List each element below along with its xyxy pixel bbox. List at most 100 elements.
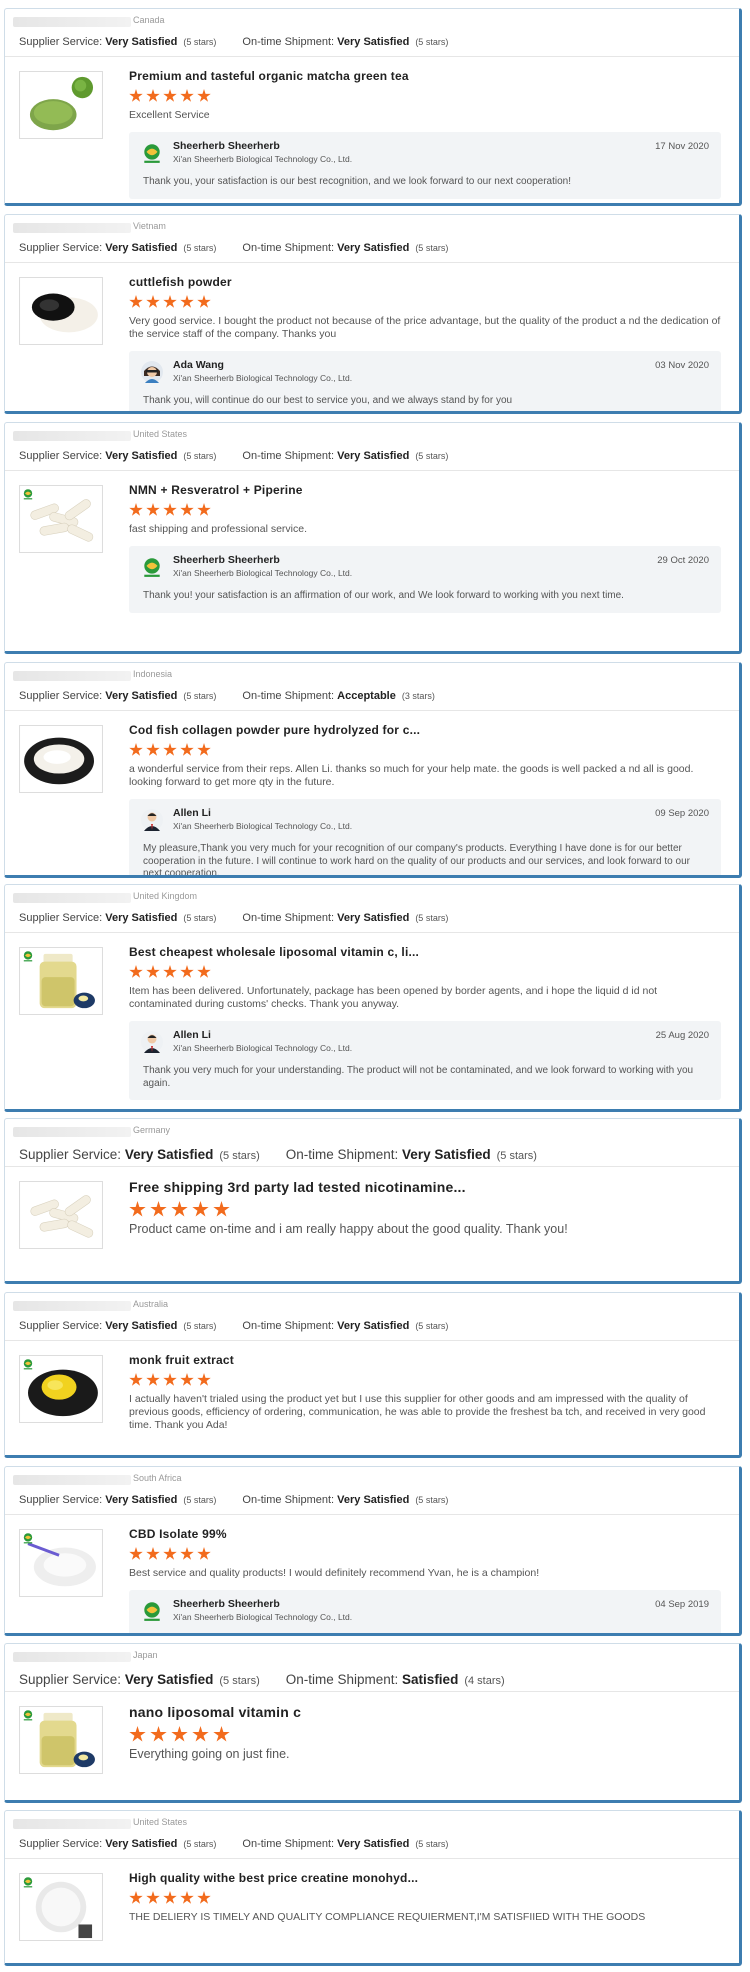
supplier-service-rating: Very Satisfied	[105, 690, 178, 702]
star-icon	[197, 89, 211, 102]
supplier-service-stars: (5 stars)	[219, 1150, 260, 1162]
review-body: CBD Isolate 99% Best service and quality …	[129, 1527, 721, 1633]
star-icon	[197, 743, 211, 756]
product-thumbnail[interactable]	[19, 1181, 103, 1249]
ontime-shipment-rating: Very Satisfied	[337, 242, 410, 254]
star-icon	[180, 743, 194, 756]
star-icon	[163, 743, 177, 756]
product-title-link[interactable]: High quality withe best price creatine m…	[129, 1871, 721, 1885]
review-card: United Kingdom Supplier Service: Very Sat…	[4, 884, 742, 1112]
product-title-link[interactable]: Best cheapest wholesale liposomal vitami…	[129, 945, 721, 959]
star-rating	[129, 1547, 721, 1563]
review-header: South Africa Supplier Service: Very Satis…	[5, 1467, 739, 1515]
star-icon	[146, 1891, 160, 1904]
supplier-service-stars: (5 stars)	[183, 1495, 217, 1505]
product-thumbnail[interactable]	[19, 485, 103, 553]
brand-logo-icon	[22, 950, 34, 962]
star-rating	[129, 1726, 721, 1742]
supplier-service-stars: (5 stars)	[183, 1321, 217, 1331]
ontime-shipment-label: On-time Shipment:	[242, 690, 335, 702]
product-title-link[interactable]: NMN + Resveratrol + Piperine	[129, 483, 721, 497]
supplier-service-stars: (5 stars)	[183, 451, 217, 461]
supplier-service-rating: Very Satisfied	[105, 1838, 178, 1850]
product-title-link[interactable]: CBD Isolate 99%	[129, 1527, 721, 1541]
reply-company: Xi'an Sheerherb Biological Technology Co…	[173, 821, 353, 831]
product-title-link[interactable]: nano liposomal vitamin c	[129, 1704, 721, 1720]
review-card: Germany Supplier Service: Very Satisfied (…	[4, 1118, 742, 1284]
supplier-service-rating: Very Satisfied	[105, 1320, 178, 1332]
review-header: Indonesia Supplier Service: Very Satisfie…	[5, 663, 739, 711]
rating-summary: Supplier Service: Very Satisfied (5 stars…	[19, 36, 448, 48]
star-icon	[146, 295, 160, 308]
rating-summary: Supplier Service: Very Satisfied (5 stars…	[19, 912, 448, 924]
star-icon	[197, 1373, 211, 1386]
review-comment: Best service and quality products! I wou…	[129, 1567, 540, 1579]
product-title-link[interactable]: Premium and tasteful organic matcha gree…	[129, 69, 721, 83]
star-icon	[171, 1201, 188, 1217]
star-icon	[150, 1726, 167, 1742]
reviewer-name-blurred	[13, 431, 131, 441]
star-icon	[180, 1547, 194, 1560]
star-icon	[163, 965, 177, 978]
reviewer-name-blurred	[13, 1127, 131, 1137]
reply-date: 25 Aug 2020	[655, 1030, 709, 1041]
reply-author: Ada Wang	[173, 359, 224, 371]
star-icon	[163, 503, 177, 516]
ontime-shipment-label: On-time Shipment:	[242, 36, 335, 48]
supplier-service-stars: (5 stars)	[183, 913, 217, 923]
supplier-service-label: Supplier Service:	[19, 36, 103, 48]
ontime-shipment-stars: (5 stars)	[415, 451, 449, 461]
reply-company: Xi'an Sheerherb Biological Technology Co…	[173, 373, 353, 383]
product-thumbnail[interactable]	[19, 725, 103, 793]
rating-summary: Supplier Service: Very Satisfied (5 stars…	[19, 242, 448, 254]
star-icon	[129, 1373, 143, 1386]
product-thumbnail[interactable]	[19, 277, 103, 345]
reply-text: Thank you! your satisfaction is an affir…	[143, 590, 624, 601]
product-thumbnail[interactable]	[19, 1873, 103, 1941]
product-thumbnail[interactable]	[19, 1355, 103, 1423]
product-title-link[interactable]: Free shipping 3rd party lad tested nicot…	[129, 1179, 721, 1195]
supplier-service-rating: Very Satisfied	[124, 1672, 214, 1687]
star-icon	[163, 89, 177, 102]
product-thumbnail[interactable]	[19, 1706, 103, 1774]
ontime-shipment-label: On-time Shipment:	[242, 1494, 335, 1506]
rating-summary: Supplier Service: Very Satisfied (5 stars…	[19, 1672, 505, 1687]
product-thumbnail[interactable]	[19, 71, 103, 139]
reviewer-country: Vietnam	[133, 221, 166, 231]
reviewer-name-blurred	[13, 1475, 131, 1485]
product-title-link[interactable]: cuttlefish powder	[129, 275, 721, 289]
review-list: Canada Supplier Service: Very Satisfied (5…	[0, 0, 750, 1972]
star-icon	[146, 89, 160, 102]
product-thumbnail[interactable]	[19, 947, 103, 1015]
reply-date: 04 Sep 2019	[655, 1599, 709, 1610]
product-thumbnail[interactable]	[19, 1529, 103, 1597]
review-header: Canada Supplier Service: Very Satisfied (5…	[5, 9, 739, 57]
reply-author: Sheerherb Sheerherb	[173, 554, 280, 566]
reviewer-country: Canada	[133, 15, 165, 25]
reply-author: Allen Li	[173, 1029, 211, 1041]
ontime-shipment-label: On-time Shipment:	[242, 912, 335, 924]
rating-summary: Supplier Service: Very Satisfied (5 stars…	[19, 1494, 448, 1506]
supplier-service-label: Supplier Service:	[19, 912, 103, 924]
rating-summary: Supplier Service: Very Satisfied (5 stars…	[19, 690, 435, 702]
star-icon	[213, 1201, 230, 1217]
star-icon	[192, 1726, 209, 1742]
product-title-link[interactable]: monk fruit extract	[129, 1353, 721, 1367]
company-logo-icon	[141, 1600, 163, 1622]
reply-author: Sheerherb Sheerherb	[173, 1598, 280, 1610]
review-body: Best cheapest wholesale liposomal vitami…	[129, 945, 721, 1100]
review-comment: Excellent Service	[129, 109, 210, 121]
rating-summary: Supplier Service: Very Satisfied (5 stars…	[19, 1147, 537, 1162]
supplier-service-rating: Very Satisfied	[105, 36, 178, 48]
reply-author: Allen Li	[173, 807, 211, 819]
reviewer-country: Germany	[133, 1125, 171, 1135]
review-body: nano liposomal vitamin c Everything going…	[129, 1704, 721, 1762]
star-icon	[197, 1891, 211, 1904]
product-title-link[interactable]: Cod fish collagen powder pure hydrolyzed…	[129, 723, 721, 737]
supplier-reply: Allen Li Xi'an Sheerherb Biological Techn…	[129, 799, 721, 875]
review-body: monk fruit extract I actually haven't tri…	[129, 1353, 721, 1432]
reply-company: Xi'an Sheerherb Biological Technology Co…	[173, 568, 353, 578]
ontime-shipment-stars: (5 stars)	[415, 1321, 449, 1331]
review-comment: Item has been delivered. Unfortunately, …	[129, 985, 658, 1010]
reviewer-name-blurred	[13, 1301, 131, 1311]
